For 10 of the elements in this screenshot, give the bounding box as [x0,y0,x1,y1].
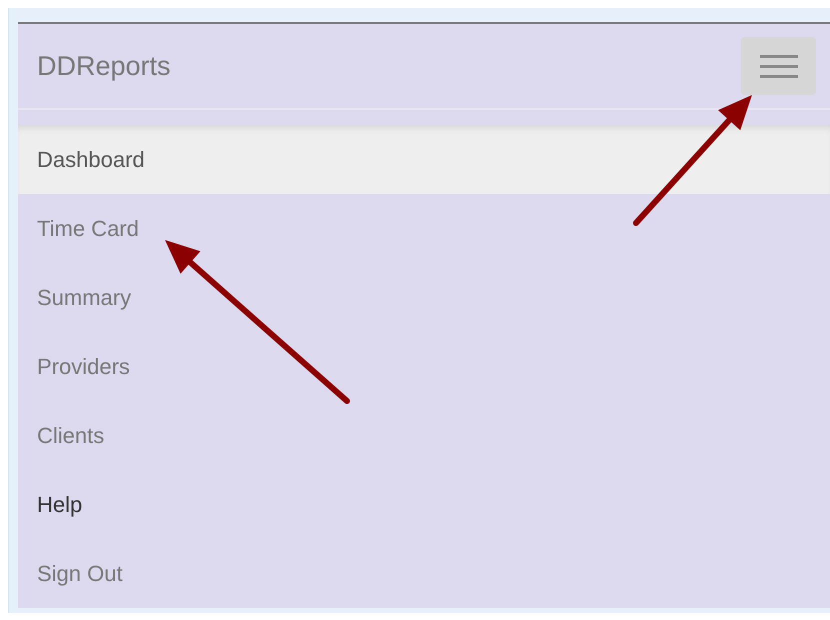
brand-title: DDReports [37,50,171,82]
menu-button[interactable] [741,37,816,95]
menu-item[interactable]: Time Card [18,194,830,263]
menu-item[interactable]: Sign Out [18,539,830,608]
menu-item[interactable]: Clients [18,401,830,470]
menu-icon [760,54,798,78]
menu-item[interactable]: Dashboard [18,125,830,194]
menu-item[interactable]: Help [18,470,830,539]
menu-item[interactable]: Summary [18,263,830,332]
menu-item[interactable]: Providers [18,332,830,401]
